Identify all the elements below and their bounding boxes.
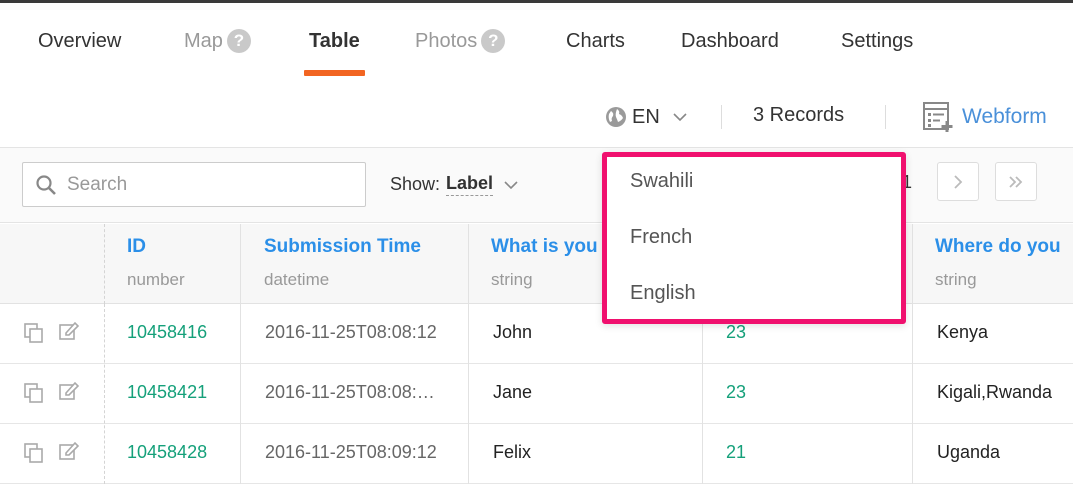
cell-age: 21 [726, 442, 747, 462]
tab-table[interactable]: Table [304, 30, 365, 78]
cell-age: 23 [726, 322, 747, 342]
cell-name: John [493, 322, 533, 342]
webform-label: Webform [962, 105, 1047, 128]
submission-time: 2016-11-25T08:09:12 [265, 442, 437, 462]
edit-icon[interactable] [58, 380, 80, 402]
cell-name: Felix [493, 442, 532, 462]
tab-charts[interactable]: Charts [566, 30, 625, 78]
language-dropdown: Swahili French English [602, 152, 906, 324]
column-header-submission-time[interactable]: Submission Time datetime [264, 236, 421, 290]
column-divider [912, 224, 913, 304]
help-icon[interactable]: ? [226, 28, 251, 53]
tab-dashboard[interactable]: Dashboard [681, 30, 779, 78]
search-input[interactable] [67, 173, 347, 196]
show-selector[interactable]: Show: Label [390, 173, 519, 196]
chevron-right-icon [954, 174, 963, 189]
submission-time: 2016-11-25T08:08:12 [265, 322, 437, 342]
webform-icon [923, 102, 953, 132]
search-box[interactable] [22, 162, 366, 207]
search-icon [36, 174, 56, 195]
divider [721, 105, 722, 129]
submission-time: 2016-11-25T08:08:… [265, 382, 435, 402]
tab-photos[interactable]: Photos? [415, 28, 506, 78]
column-header-name[interactable]: What is you string [491, 236, 598, 290]
record-id-link[interactable]: 10458416 [127, 322, 207, 343]
column-divider [104, 224, 105, 304]
active-tab-underline [304, 70, 365, 76]
show-value: Label [446, 173, 494, 196]
column-divider [912, 304, 913, 484]
tab-map[interactable]: Map? [184, 28, 251, 78]
record-id-link[interactable]: 10458428 [127, 442, 207, 463]
edit-icon[interactable] [58, 440, 80, 462]
top-border [0, 0, 1073, 3]
tab-overview[interactable]: Overview [38, 30, 121, 78]
help-icon[interactable]: ? [481, 28, 506, 53]
records-count: 3 Records [753, 104, 845, 126]
double-chevron-right-icon [1009, 175, 1023, 188]
copy-icon[interactable] [23, 442, 45, 464]
cell-location: Uganda [937, 442, 1001, 462]
cell-name: Jane [493, 382, 533, 402]
last-page-button[interactable] [995, 162, 1037, 201]
tab-settings[interactable]: Settings [841, 30, 913, 78]
language-option-french[interactable]: French [630, 226, 692, 249]
cell-age: 23 [726, 382, 747, 402]
column-divider [240, 224, 241, 304]
show-label: Show: [390, 174, 441, 194]
column-divider [468, 304, 469, 484]
globe-icon [606, 107, 626, 127]
divider [885, 105, 886, 129]
column-header-id[interactable]: ID number [127, 236, 185, 290]
record-id-link[interactable]: 10458421 [127, 382, 207, 403]
tab-bar: Overview Map? Table Photos? Charts Dashb… [0, 28, 1073, 78]
language-option-english[interactable]: English [630, 282, 696, 305]
cell-location: Kigali,Rwanda [937, 382, 1053, 402]
copy-icon[interactable] [23, 322, 45, 344]
column-header-location[interactable]: Where do you string [935, 236, 1061, 290]
column-divider [104, 304, 105, 484]
webform-link[interactable]: Webform [922, 100, 1047, 134]
cell-location: Kenya [937, 322, 989, 342]
chevron-down-icon [504, 180, 518, 189]
edit-icon[interactable] [58, 320, 80, 342]
language-option-swahili[interactable]: Swahili [630, 170, 693, 193]
column-divider [468, 224, 469, 304]
next-page-button[interactable] [937, 162, 979, 201]
language-selector[interactable]: EN [605, 102, 688, 132]
current-language: EN [632, 105, 660, 128]
chevron-down-icon [673, 113, 687, 122]
column-divider [240, 304, 241, 484]
column-divider [702, 304, 703, 484]
copy-icon[interactable] [23, 382, 45, 404]
